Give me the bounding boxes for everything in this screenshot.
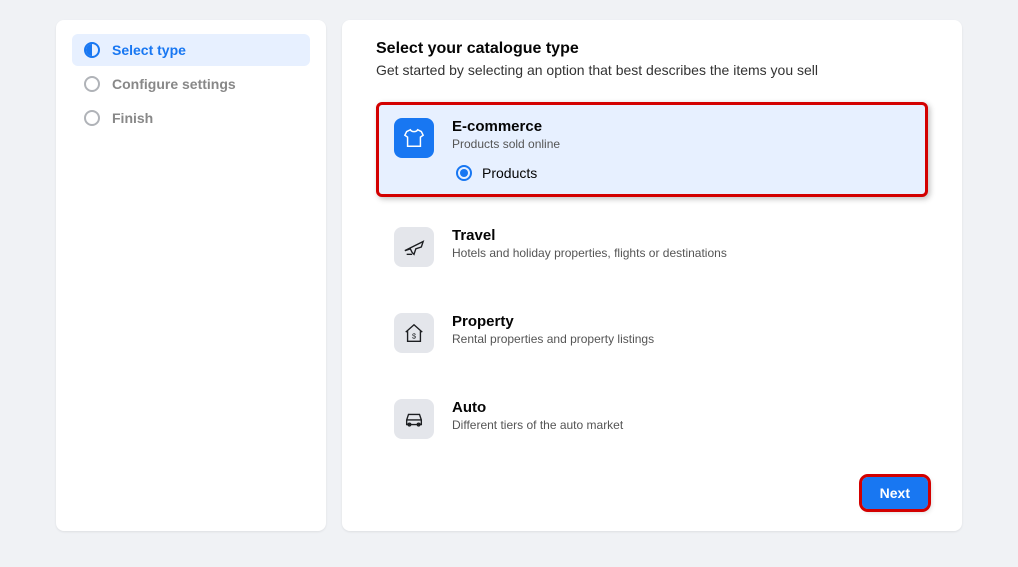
plane-icon (394, 227, 434, 267)
radio-label: Products (482, 165, 537, 181)
step-label: Finish (112, 110, 153, 126)
step-label: Select type (112, 42, 186, 58)
main-panel: Select your catalogue type Get started b… (342, 20, 962, 531)
option-travel[interactable]: Travel Hotels and holiday properties, fl… (376, 211, 928, 283)
step-indicator-icon (84, 76, 100, 92)
page-title: Select your catalogue type (376, 40, 928, 58)
option-auto[interactable]: Auto Different tiers of the auto market (376, 383, 928, 455)
option-description: Different tiers of the auto market (452, 418, 910, 432)
step-label: Configure settings (112, 76, 236, 92)
house-icon: $ (394, 313, 434, 353)
step-indicator-icon (84, 110, 100, 126)
option-ecommerce[interactable]: E-commerce Products sold online Products (376, 102, 928, 197)
step-indicator-icon (84, 42, 100, 58)
car-icon (394, 399, 434, 439)
option-description: Hotels and holiday properties, flights o… (452, 246, 910, 260)
option-title: Travel (452, 227, 910, 244)
step-configure-settings[interactable]: Configure settings (72, 68, 310, 100)
wizard-sidebar: Select type Configure settings Finish (56, 20, 326, 531)
option-title: E-commerce (452, 118, 910, 135)
tshirt-icon (394, 118, 434, 158)
svg-text:$: $ (412, 332, 416, 341)
option-property[interactable]: $ Property Rental properties and propert… (376, 297, 928, 369)
catalogue-options: E-commerce Products sold online Products (376, 102, 928, 469)
step-finish[interactable]: Finish (72, 102, 310, 134)
radio-selected-icon (456, 165, 472, 181)
option-description: Products sold online (452, 137, 910, 151)
next-button[interactable]: Next (862, 477, 928, 509)
option-description: Rental properties and property listings (452, 332, 910, 346)
step-select-type[interactable]: Select type (72, 34, 310, 66)
page-subtitle: Get started by selecting an option that … (376, 62, 928, 78)
option-title: Property (452, 313, 910, 330)
option-title: Auto (452, 399, 910, 416)
option-radio-products[interactable]: Products (452, 165, 910, 181)
